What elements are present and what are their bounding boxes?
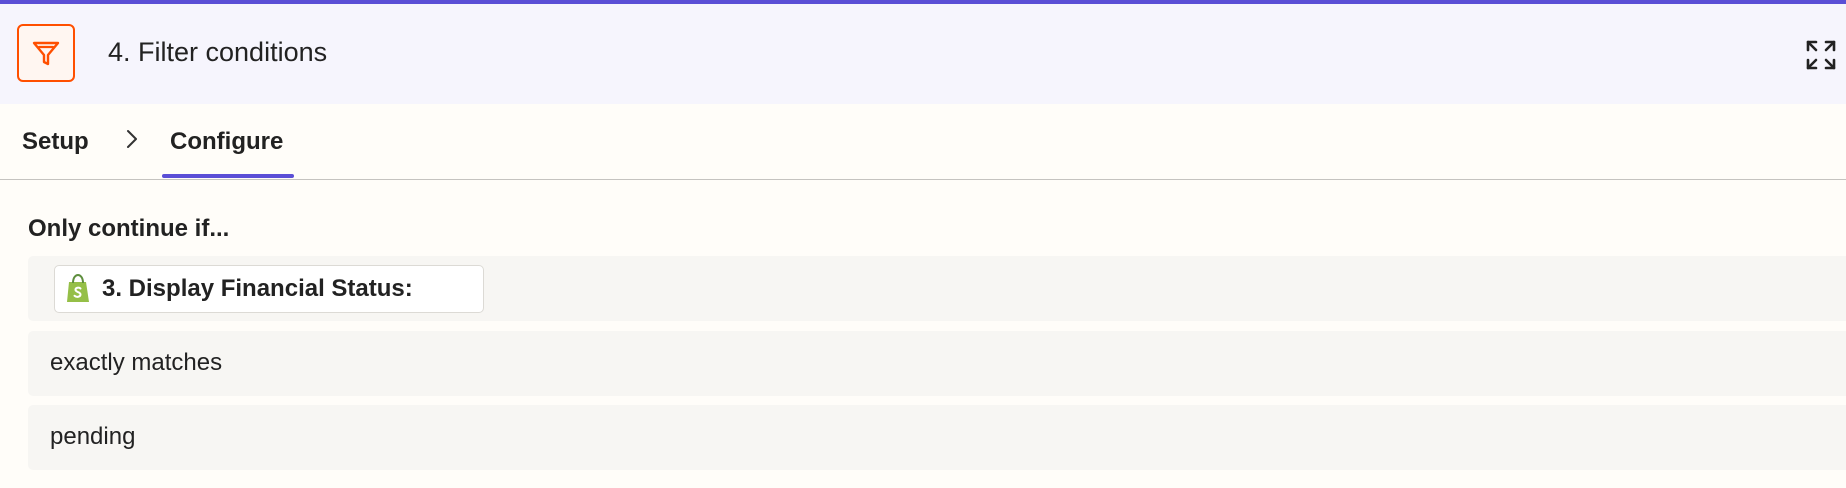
filter-app-icon bbox=[17, 24, 75, 82]
expand-button[interactable] bbox=[1804, 38, 1838, 72]
value-text: pending bbox=[50, 423, 136, 450]
shopify-icon bbox=[64, 274, 92, 304]
chevron-right-icon bbox=[127, 130, 137, 148]
condition-operator-row[interactable]: exactly matches bbox=[28, 331, 1846, 396]
active-tab-indicator bbox=[162, 174, 294, 178]
breadcrumb-separator bbox=[122, 126, 142, 152]
step-header: 4. Filter conditions bbox=[0, 4, 1846, 104]
operator-text: exactly matches bbox=[50, 349, 223, 376]
condition-field-row[interactable]: 3. Display Financial Status: bbox=[28, 256, 1846, 321]
filter-heading: Only continue if... bbox=[28, 215, 230, 242]
expand-icon bbox=[1806, 40, 1836, 70]
field-label: 3. Display Financial Status: bbox=[102, 275, 413, 302]
tab-setup[interactable]: Setup bbox=[22, 128, 89, 156]
filter-icon bbox=[32, 41, 60, 66]
tab-configure[interactable]: Configure bbox=[170, 128, 283, 156]
step-tabs: Setup Configure bbox=[0, 104, 1846, 180]
step-title: 4. Filter conditions bbox=[108, 37, 328, 67]
field-pill[interactable]: 3. Display Financial Status: bbox=[54, 265, 484, 313]
condition-value-row[interactable]: pending bbox=[28, 405, 1846, 470]
